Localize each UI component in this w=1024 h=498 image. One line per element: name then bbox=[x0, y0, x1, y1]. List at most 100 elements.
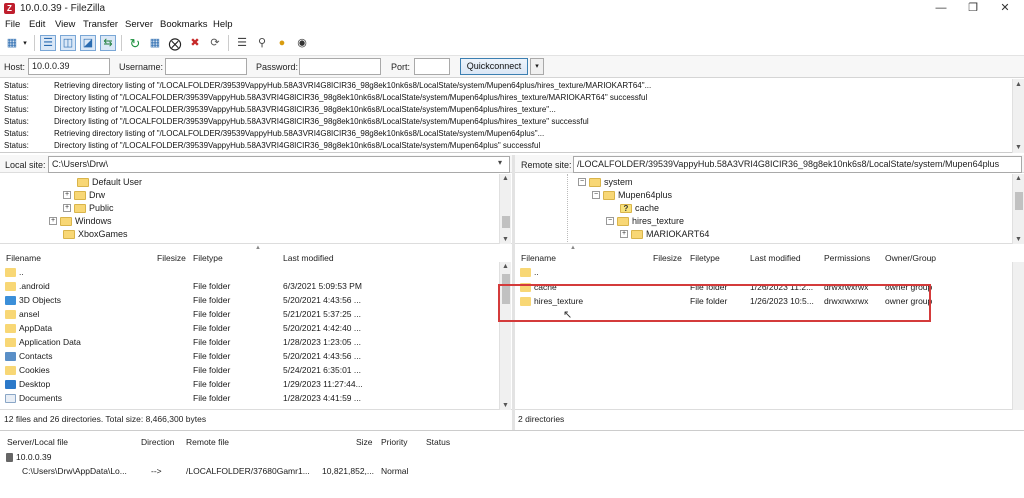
tree-item[interactable]: + Drw bbox=[63, 189, 105, 201]
log-line: Status: Directory listing of "/LOCALFOLDE… bbox=[4, 141, 541, 150]
col-server-local-file[interactable]: Server/Local file bbox=[7, 437, 68, 447]
disconnect-icon[interactable]: ✖ bbox=[187, 35, 203, 51]
log-scrollbar[interactable]: ▲ ▼ bbox=[1012, 79, 1024, 153]
collapse-icon[interactable]: − bbox=[578, 178, 586, 186]
site-manager-icon[interactable]: ▦ bbox=[4, 35, 20, 51]
local-site-path-input[interactable]: C:\Users\Drw\ bbox=[48, 156, 510, 173]
toggle-queue-icon[interactable]: ⇆ bbox=[100, 35, 116, 51]
log-line: Status: Directory listing of "/LOCALFOLDE… bbox=[4, 93, 648, 102]
folder-icon bbox=[5, 338, 16, 348]
local-tree-scrollbar[interactable]: ▲ ▼ bbox=[499, 174, 511, 244]
directory-filter-icon[interactable]: ☰ bbox=[234, 35, 250, 51]
remote-file-list: ▲ Filename Filesize Filetype Last modifi… bbox=[515, 245, 1024, 410]
local-file-list: ▲ Filename Filesize Filetype Last modifi… bbox=[0, 245, 512, 410]
table-row[interactable]: Contacts File folder 5/20/2021 4:43:56 ... bbox=[0, 351, 498, 364]
collapse-icon[interactable]: − bbox=[606, 217, 614, 225]
table-row[interactable]: .android File folder 6/3/2021 5:09:53 PM bbox=[0, 281, 498, 294]
toggle-sync-browsing-icon[interactable]: ⚲ bbox=[254, 35, 270, 51]
col-size[interactable]: Size bbox=[356, 437, 373, 447]
refresh-icon[interactable]: ↻ bbox=[127, 35, 143, 51]
tree-item[interactable]: + MARIOKART64 bbox=[620, 228, 709, 240]
tree-item[interactable]: XboxGames bbox=[63, 228, 128, 240]
folder-icon bbox=[60, 216, 72, 226]
tree-item[interactable]: + Windows bbox=[49, 215, 112, 227]
table-row[interactable]: .. bbox=[515, 267, 1010, 280]
col-last-modified[interactable]: Last modified bbox=[750, 253, 801, 263]
maximize-icon[interactable]: ❐ bbox=[956, 0, 990, 17]
table-row[interactable]: .. bbox=[0, 267, 498, 280]
col-owner-group[interactable]: Owner/Group bbox=[885, 253, 936, 263]
col-status[interactable]: Status bbox=[426, 437, 450, 447]
tree-item[interactable]: Default User bbox=[77, 176, 142, 188]
col-filetype[interactable]: Filetype bbox=[193, 253, 223, 263]
expand-icon[interactable]: + bbox=[63, 204, 71, 212]
queue-item-row[interactable]: C:\Users\Drw\AppData\Lo... --> /LOCALFOL… bbox=[0, 466, 600, 479]
menu-help[interactable]: Help bbox=[213, 19, 233, 30]
folder-icon bbox=[603, 190, 615, 200]
menu-view[interactable]: View bbox=[55, 19, 75, 30]
server-icon bbox=[6, 453, 13, 463]
tree-item[interactable]: − Mupen64plus bbox=[592, 189, 672, 201]
host-label: Host: bbox=[4, 62, 26, 72]
password-input[interactable] bbox=[299, 58, 381, 75]
remote-status-text: 2 directories bbox=[518, 414, 565, 424]
menu-bookmarks[interactable]: Bookmarks bbox=[160, 19, 208, 30]
toggle-local-tree-icon[interactable]: ◫ bbox=[60, 35, 76, 51]
password-label: Password: bbox=[256, 62, 299, 72]
toggle-remote-tree-icon[interactable]: ◪ bbox=[80, 35, 96, 51]
toggle-log-icon[interactable]: ☰ bbox=[40, 35, 56, 51]
menu-server[interactable]: Server bbox=[125, 19, 153, 30]
tree-item[interactable]: + Public bbox=[63, 202, 114, 214]
queue-server-row[interactable]: 10.0.0.39 bbox=[6, 452, 506, 465]
compare-directories-icon[interactable]: ● bbox=[274, 35, 290, 51]
col-filename[interactable]: Filename bbox=[6, 253, 41, 263]
tree-item[interactable]: − system bbox=[578, 176, 633, 188]
col-filetype[interactable]: Filetype bbox=[690, 253, 720, 263]
port-input[interactable] bbox=[414, 58, 450, 75]
tree-item[interactable]: − hires_texture bbox=[606, 215, 684, 227]
username-input[interactable] bbox=[165, 58, 247, 75]
col-priority[interactable]: Priority bbox=[381, 437, 407, 447]
log-line: Status: Directory listing of "/LOCALFOLDE… bbox=[4, 117, 589, 126]
local-site-dropdown-icon[interactable]: ▾ bbox=[498, 158, 502, 167]
col-filesize[interactable]: Filesize bbox=[157, 253, 186, 263]
log-line: Status: Retrieving directory listing of "… bbox=[4, 81, 652, 90]
table-row[interactable]: ansel File folder 5/21/2021 5:37:25 ... bbox=[0, 309, 498, 322]
remote-file-scrollbar[interactable] bbox=[1012, 262, 1024, 410]
col-filename[interactable]: Filename bbox=[521, 253, 556, 263]
site-manager-dropdown-icon[interactable]: ▾ bbox=[20, 35, 30, 51]
contacts-icon bbox=[5, 352, 16, 362]
reconnect-icon[interactable]: ⟳ bbox=[207, 35, 223, 51]
table-row[interactable]: 3D Objects File folder 5/20/2021 4:43:56 .… bbox=[0, 295, 498, 308]
process-queue-icon[interactable]: ▦ bbox=[147, 35, 163, 51]
minimize-icon[interactable]: — bbox=[924, 0, 958, 17]
col-remote-file[interactable]: Remote file bbox=[186, 437, 229, 447]
table-row[interactable]: Application Data File folder 1/28/2023 1:2… bbox=[0, 337, 498, 350]
folder-icon bbox=[5, 268, 16, 278]
remote-site-path-input[interactable]: /LOCALFOLDER/39539VappyHub.58A3VRI4G8ICI… bbox=[573, 156, 1022, 173]
menu-edit[interactable]: Edit bbox=[29, 19, 45, 30]
col-last-modified[interactable]: Last modified bbox=[283, 253, 334, 263]
menu-transfer[interactable]: Transfer bbox=[83, 19, 118, 30]
expand-icon[interactable]: + bbox=[63, 191, 71, 199]
table-row[interactable]: Cookies File folder 5/24/2021 6:35:01 ... bbox=[0, 365, 498, 378]
table-row[interactable]: AppData File folder 5/20/2021 4:42:40 ... bbox=[0, 323, 498, 336]
col-direction[interactable]: Direction bbox=[141, 437, 175, 447]
host-input[interactable]: 10.0.0.39 bbox=[28, 58, 110, 75]
cancel-operation-icon[interactable]: ⨂ bbox=[167, 35, 183, 51]
table-row[interactable]: Documents File folder 1/28/2023 4:41:59 ..… bbox=[0, 393, 498, 406]
search-files-icon[interactable]: ◉ bbox=[294, 35, 310, 51]
table-row[interactable]: Desktop File folder 1/29/2023 11:27:44... bbox=[0, 379, 498, 392]
close-icon[interactable]: ✕ bbox=[988, 0, 1022, 17]
remote-tree-scrollbar[interactable]: ▲ ▼ bbox=[1012, 174, 1024, 244]
tree-item[interactable]: ? cache bbox=[620, 202, 659, 214]
expand-icon[interactable]: + bbox=[49, 217, 57, 225]
expand-icon[interactable]: + bbox=[620, 230, 628, 238]
menu-file[interactable]: File bbox=[5, 19, 20, 30]
quickconnect-button[interactable]: Quickconnect bbox=[460, 58, 528, 75]
collapse-icon[interactable]: − bbox=[592, 191, 600, 199]
col-filesize[interactable]: Filesize bbox=[653, 253, 682, 263]
log-line: Status: Directory listing of "/LOCALFOLDE… bbox=[4, 105, 556, 114]
quickconnect-dropdown-icon[interactable]: ▾ bbox=[530, 58, 544, 75]
col-permissions[interactable]: Permissions bbox=[824, 253, 870, 263]
